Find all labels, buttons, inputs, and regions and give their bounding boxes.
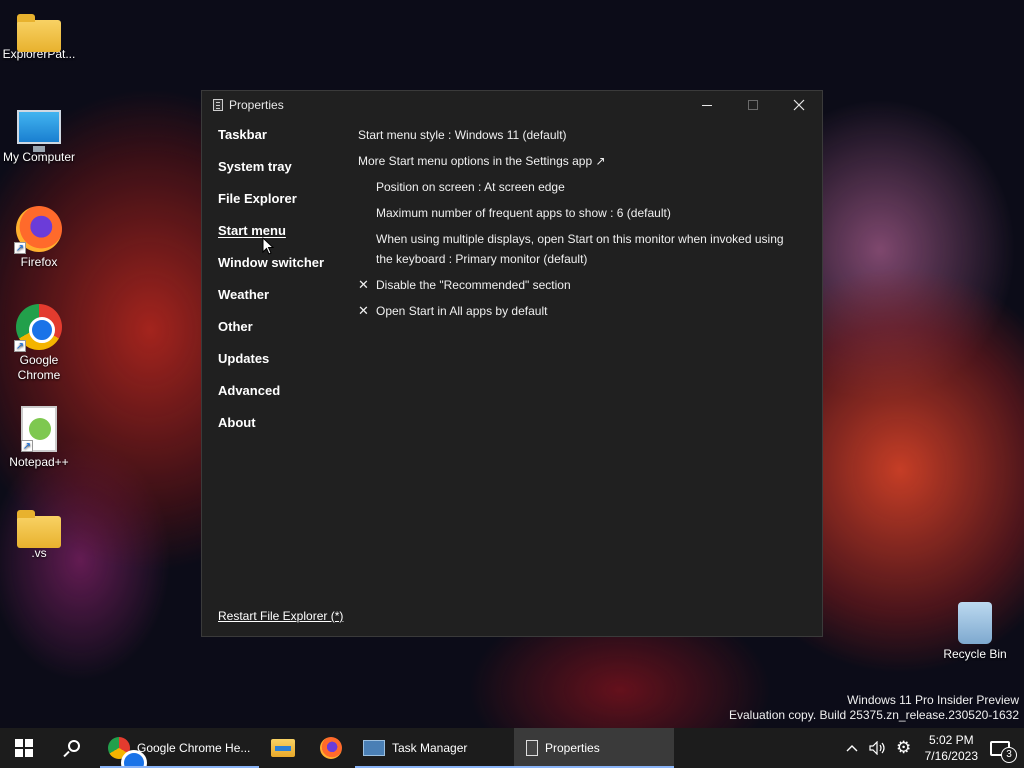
frequent-apps-option[interactable]: Maximum number of frequent apps to show … (358, 203, 798, 229)
taskbar-app-task-manager[interactable]: Task Manager (355, 728, 514, 768)
notification-center-button[interactable]: 3 (990, 740, 1017, 763)
properties-window: Properties Taskbar System tray File Expl… (201, 90, 823, 637)
firefox-icon: ↗ (14, 206, 62, 254)
taskbar-app-properties[interactable]: Properties (514, 728, 674, 768)
maximize-button[interactable] (730, 91, 776, 119)
close-icon (793, 99, 805, 111)
volume-icon (869, 741, 885, 755)
desktop-icon-label: .vs (31, 546, 47, 560)
show-hidden-icons-button[interactable] (839, 728, 865, 768)
properties-icon (526, 740, 538, 756)
nav-item-updates[interactable]: Updates (218, 351, 324, 383)
nav-item-system-tray[interactable]: System tray (218, 159, 324, 191)
taskbar-app-file-explorer[interactable] (259, 728, 307, 768)
nav-item-window-switcher[interactable]: Window switcher (218, 255, 324, 287)
monitor-icon (17, 110, 61, 152)
taskbar-app-firefox[interactable] (307, 728, 355, 768)
system-tray: ⚙ 5:02 PM 7/16/2023 3 (839, 728, 1024, 768)
clock[interactable]: 5:02 PM 7/16/2023 (925, 732, 978, 764)
title-bar[interactable]: Properties (202, 91, 822, 119)
desktop-icon-label: My Computer (2, 150, 76, 164)
gear-icon: ⚙ (895, 738, 912, 757)
minimize-button[interactable] (684, 91, 730, 119)
desktop-icon-notepadpp[interactable]: ↗ Notepad++ (0, 406, 78, 470)
chevron-up-icon (846, 745, 858, 752)
nav-item-file-explorer[interactable]: File Explorer (218, 191, 324, 223)
nav-item-advanced[interactable]: Advanced (218, 383, 324, 415)
desktop-icon-label: Firefox (20, 255, 58, 269)
window-title: Properties (229, 98, 284, 112)
shortcut-arrow-icon: ↗ (21, 440, 33, 452)
folder-icon (17, 14, 61, 52)
nav-item-other[interactable]: Other (218, 319, 324, 351)
position-on-screen-option[interactable]: Position on screen : At screen edge (358, 177, 798, 203)
windows-logo-icon (15, 739, 33, 757)
watermark-build: Evaluation copy. Build 25375.zn_release.… (729, 708, 1019, 722)
checkbox-label: Disable the "Recommended" section (376, 278, 571, 292)
notepadpp-icon: ↗ (21, 406, 57, 452)
more-options-link[interactable]: More Start menu options in the Settings … (358, 151, 798, 177)
shortcut-arrow-icon: ↗ (14, 340, 26, 352)
file-explorer-icon (271, 739, 295, 757)
disable-recommended-checkbox[interactable]: ✕ Disable the "Recommended" section (358, 275, 798, 301)
properties-app-icon (213, 99, 223, 111)
taskbar-app-label: Google Chrome He... (137, 741, 251, 755)
taskbar: Google Chrome He... Task Manager Propert… (0, 728, 1024, 768)
search-button[interactable] (48, 728, 96, 768)
desktop-icon-explorerpatcher[interactable]: ExplorerPat... (0, 12, 78, 62)
volume-button[interactable] (865, 728, 891, 768)
nav-item-taskbar[interactable]: Taskbar (218, 127, 324, 159)
desktop-icon-vs-folder[interactable]: .vs (0, 508, 78, 561)
desktop-icon-my-computer[interactable]: My Computer (0, 108, 78, 165)
desktop-icon-recycle-bin[interactable]: Recycle Bin (936, 602, 1014, 662)
taskbar-app-label: Task Manager (392, 741, 468, 755)
chrome-icon (108, 737, 147, 768)
start-button[interactable] (0, 728, 48, 768)
settings-nav: Taskbar System tray File Explorer Start … (218, 127, 324, 447)
search-icon (68, 740, 80, 752)
close-button[interactable] (776, 91, 822, 119)
desktop-icon-google-chrome[interactable]: ↗ Google Chrome (0, 304, 78, 383)
start-menu-settings: Start menu style : Windows 11 (default) … (358, 125, 798, 327)
watermark-edition: Windows 11 Pro Insider Preview (847, 693, 1019, 707)
checkbox-label: Open Start in All apps by default (376, 304, 548, 318)
nav-item-weather[interactable]: Weather (218, 287, 324, 319)
notification-count-badge: 3 (1001, 746, 1017, 763)
restart-file-explorer-link[interactable]: Restart File Explorer (*) (218, 609, 343, 623)
nav-item-about[interactable]: About (218, 415, 324, 447)
desktop-icon-label: Notepad++ (9, 455, 69, 469)
recycle-bin-icon (958, 602, 992, 644)
taskbar-app-label: Properties (545, 741, 600, 755)
desktop-icon-firefox[interactable]: ↗ Firefox (0, 206, 78, 270)
start-menu-style-option[interactable]: Start menu style : Windows 11 (default) (358, 125, 798, 151)
taskbar-app-chrome[interactable]: Google Chrome He... (100, 728, 259, 768)
chrome-icon: ↗ (14, 304, 62, 352)
checked-icon: ✕ (358, 277, 369, 292)
evaluation-watermark: Windows 11 Pro Insider Preview Evaluatio… (729, 693, 1019, 723)
minimize-icon (702, 104, 712, 106)
desktop-icon-label: Recycle Bin (943, 647, 1007, 661)
folder-icon (17, 510, 61, 548)
clock-date: 7/16/2023 (924, 749, 978, 763)
all-apps-default-checkbox[interactable]: ✕ Open Start in All apps by default (358, 301, 798, 327)
firefox-icon (320, 737, 342, 759)
shortcut-arrow-icon: ↗ (14, 242, 26, 254)
maximize-icon (748, 100, 758, 110)
checked-icon: ✕ (358, 303, 369, 318)
clock-time: 5:02 PM (928, 733, 974, 747)
desktop-icon-label: Google Chrome (17, 353, 61, 382)
settings-button[interactable]: ⚙ (891, 728, 917, 768)
task-manager-icon (363, 740, 385, 756)
multi-display-option[interactable]: When using multiple displays, open Start… (358, 229, 798, 275)
